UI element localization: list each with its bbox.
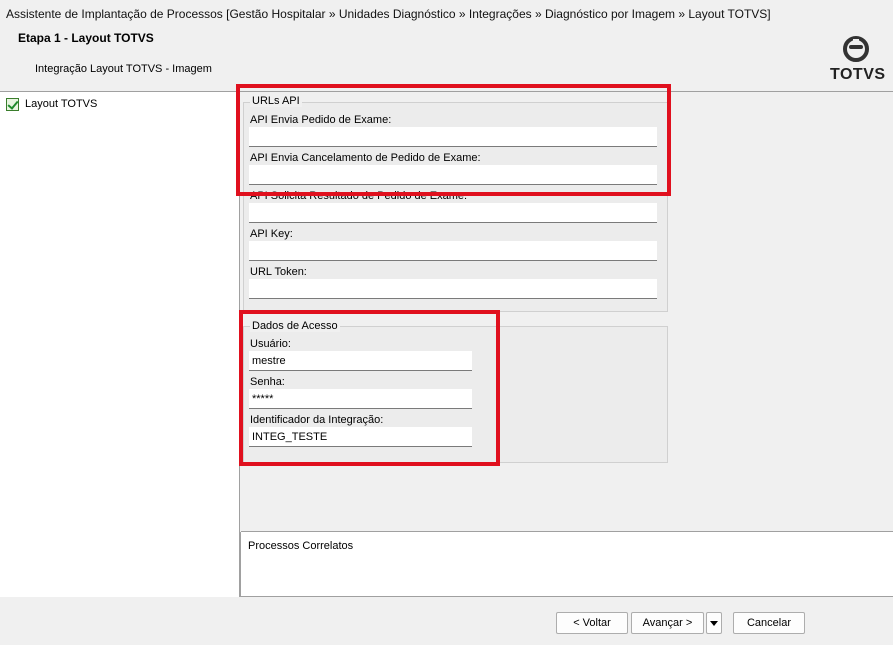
check-icon bbox=[6, 97, 19, 111]
wizard-header: Etapa 1 - Layout TOTVS Integração Layout… bbox=[0, 30, 893, 92]
cancel-button[interactable]: Cancelar bbox=[733, 612, 805, 634]
url-token-label: URL Token: bbox=[250, 266, 307, 278]
sidebar-item-label: Layout TOTVS bbox=[25, 98, 98, 110]
window-title: Assistente de Implantação de Processos [… bbox=[0, 0, 893, 30]
next-button[interactable]: Avançar > bbox=[631, 612, 704, 634]
sidebar-item-layout-totvs[interactable]: Layout TOTVS bbox=[6, 96, 97, 112]
totvs-logo-text: TOTVS bbox=[830, 66, 886, 83]
url-token-input[interactable] bbox=[249, 279, 657, 299]
chevron-down-icon bbox=[710, 620, 718, 626]
related-processes-label: Processos Correlatos bbox=[248, 540, 354, 552]
step-subtitle: Integração Layout TOTVS - Imagem bbox=[35, 63, 212, 75]
back-button[interactable]: < Voltar bbox=[556, 612, 628, 634]
step-title: Etapa 1 - Layout TOTVS bbox=[18, 31, 154, 45]
api-key-input[interactable] bbox=[249, 241, 657, 261]
highlight-dados-acesso bbox=[239, 310, 500, 466]
totvs-logo: TOTVS bbox=[828, 36, 888, 84]
steps-sidebar: Layout TOTVS bbox=[0, 92, 240, 597]
wizard-footer: < Voltar Avançar > Cancelar bbox=[0, 597, 893, 645]
totvs-logo-icon bbox=[843, 36, 869, 62]
related-processes-panel: Processos Correlatos bbox=[240, 532, 893, 597]
api-key-label: API Key: bbox=[250, 228, 293, 240]
next-dropdown-button[interactable] bbox=[706, 612, 722, 634]
api-solicita-resultado-input[interactable] bbox=[249, 203, 657, 223]
highlight-urls-api bbox=[236, 84, 671, 196]
